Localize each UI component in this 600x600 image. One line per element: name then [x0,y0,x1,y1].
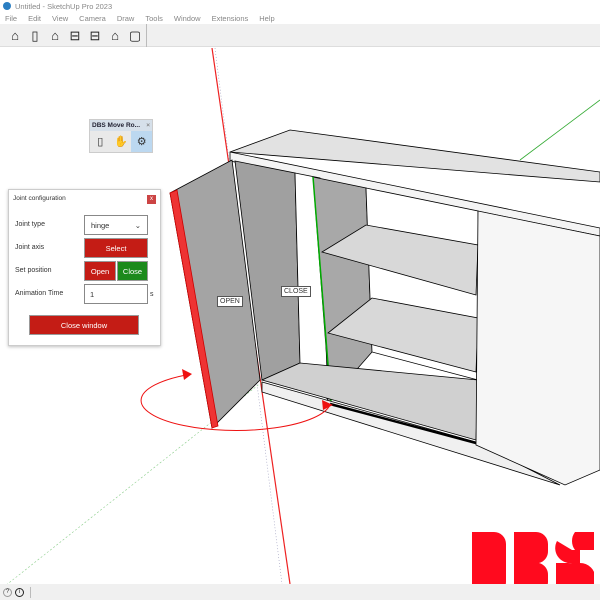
top-view-icon[interactable]: ⊟ [67,28,83,44]
dbs-move-toolbar: DBS Move Ro... × ▯ ✋ ⚙ [89,119,153,153]
dbs-toolbar-close[interactable]: × [146,122,150,129]
status-divider [30,586,31,598]
menu-window[interactable]: Window [174,14,201,23]
dialog-title: Joint configuration [13,195,66,202]
right-door [475,210,600,486]
window-title: Untitled - SketchUp Pro 2023 [15,1,113,11]
title-bar: Untitled - SketchUp Pro 2023 [0,0,600,12]
close-label: CLOSE [281,286,311,297]
animation-unit: s [150,291,154,298]
hand-icon[interactable]: ✋ [111,131,132,152]
joint-type-label: Joint type [15,221,45,228]
menu-extensions[interactable]: Extensions [212,14,249,23]
set-position-label: Set position [15,267,52,274]
status-bar: ? i [0,584,600,600]
iso-view-icon[interactable]: ⌂ [7,28,23,44]
chevron-down-icon: ⌄ [134,220,141,230]
joint-type-value: hinge [91,220,110,230]
menu-edit[interactable]: Edit [28,14,41,23]
gear-icon[interactable]: ⚙ [131,131,153,152]
info-icon[interactable]: i [15,587,24,597]
arc-arrow-start [182,369,192,380]
sketchup-logo-icon [3,2,11,10]
animation-time-label: Animation Time [15,290,64,297]
animation-time-input[interactable]: 1 [84,284,148,304]
front-view-icon[interactable]: ⌂ [47,28,63,44]
menu-file[interactable]: File [5,14,17,23]
close-window-button[interactable]: Close window [29,315,139,335]
menu-draw[interactable]: Draw [117,14,135,23]
menu-view[interactable]: View [52,14,68,23]
open-button[interactable]: Open [84,261,116,281]
home-icon[interactable]: ⌂ [107,28,123,44]
open-label: OPEN [217,296,243,307]
views-toolbar: ⌂ ▯ ⌂ ⊟ ⊟ ⌂ ▢ [0,24,600,47]
menu-help[interactable]: Help [259,14,274,23]
joint-configuration-dialog: Joint configuration x Joint type hinge ⌄ J… [8,189,161,346]
menu-camera[interactable]: Camera [79,14,106,23]
joint-type-select[interactable]: hinge ⌄ [84,215,148,235]
back-view-icon[interactable]: ▢ [127,28,143,44]
door-icon[interactable]: ▯ [90,131,111,152]
green-axis [519,99,600,161]
side-view-icon[interactable]: ⊟ [87,28,103,44]
dialog-close-button[interactable]: x [147,195,156,204]
door-icon[interactable]: ▯ [27,28,43,44]
menu-tools[interactable]: Tools [145,14,163,23]
dbs-toolbar-title: DBS Move Ro... [92,122,141,129]
geo-location-icon[interactable]: ? [3,587,12,597]
select-axis-button[interactable]: Select [84,238,148,258]
close-button[interactable]: Close [117,261,148,281]
joint-axis-label: Joint axis [15,244,45,251]
menu-bar: File Edit View Camera Draw Tools Window … [0,12,600,24]
